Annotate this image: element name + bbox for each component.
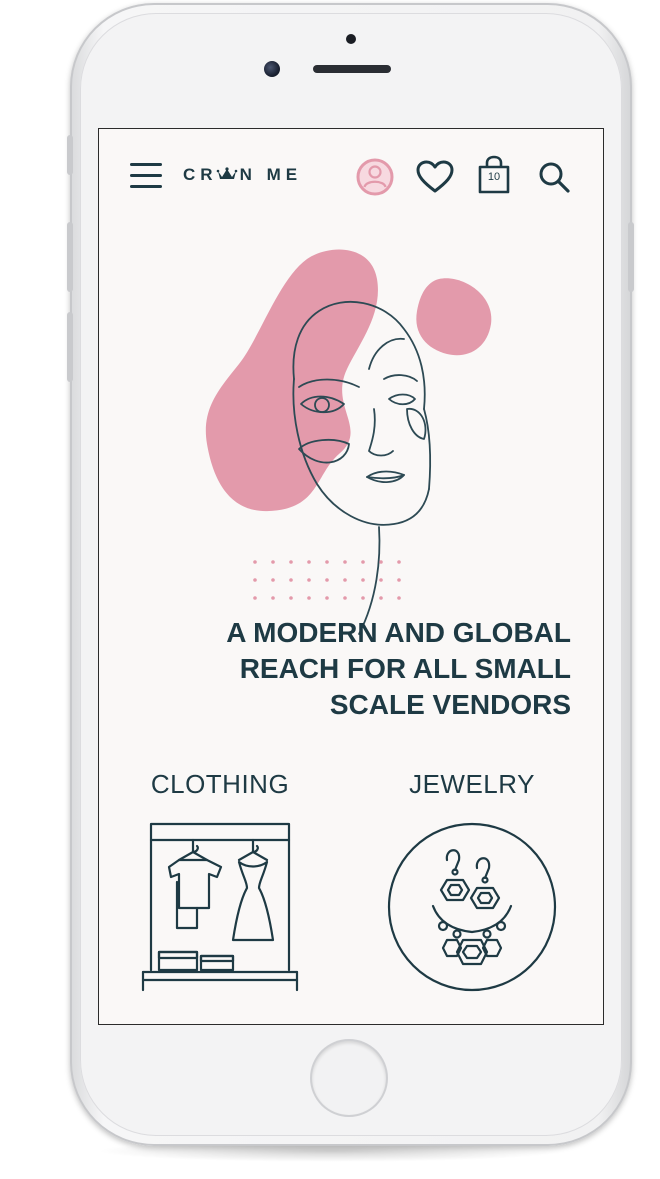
clothing-rack-icon (141, 822, 299, 992)
menu-button[interactable] (130, 163, 162, 189)
menu-icon-bar-middle (130, 174, 162, 177)
heart-icon (416, 160, 454, 193)
logo-text-left: CR (183, 165, 218, 184)
earpiece-speaker (313, 65, 391, 73)
mute-switch (67, 135, 73, 175)
menu-icon-bar-bottom (130, 185, 162, 188)
menu-icon-bar-top (130, 163, 162, 166)
power-button (628, 222, 634, 292)
category-clothing[interactable]: CLOTHING (139, 769, 301, 997)
hero-illustration (205, 249, 492, 635)
account-button[interactable] (355, 157, 395, 197)
search-icon (539, 162, 570, 193)
headline-line-1: A MODERN AND GLOBAL (226, 617, 571, 648)
user-icon (356, 158, 394, 196)
hero-headline: A MODERN AND GLOBAL REACH FOR ALL SMALL … (151, 615, 571, 723)
cart-count-badge: 10 (487, 171, 501, 183)
headline-line-2: REACH FOR ALL SMALL (239, 653, 571, 684)
app-screen: CR N ME 10 A MODERN AND GLOBAL REACH FOR… (98, 128, 604, 1025)
pink-blob-small (416, 278, 492, 356)
jewelry-icon (387, 822, 557, 992)
home-button[interactable] (312, 1041, 386, 1115)
cart-button[interactable]: 10 (476, 155, 512, 195)
front-camera (264, 61, 280, 77)
volume-down-button (67, 312, 73, 382)
crown-icon (216, 167, 237, 179)
category-jewelry[interactable]: JEWELRY (387, 769, 557, 997)
proximity-sensor (346, 34, 356, 44)
wishlist-button[interactable] (415, 159, 455, 195)
brand-logo[interactable]: CR N ME (183, 165, 302, 189)
mockup-stage: CR N ME 10 A MODERN AND GLOBAL REACH FOR… (0, 0, 660, 1179)
category-jewelry-label: JEWELRY (409, 769, 535, 799)
search-button[interactable] (536, 159, 572, 195)
logo-text-right: N ME (239, 165, 303, 184)
category-clothing-label: CLOTHING (150, 769, 290, 799)
headline-line-3: SCALE VENDORS (329, 689, 571, 720)
pink-blob-large (205, 249, 378, 512)
volume-up-button (67, 222, 73, 292)
